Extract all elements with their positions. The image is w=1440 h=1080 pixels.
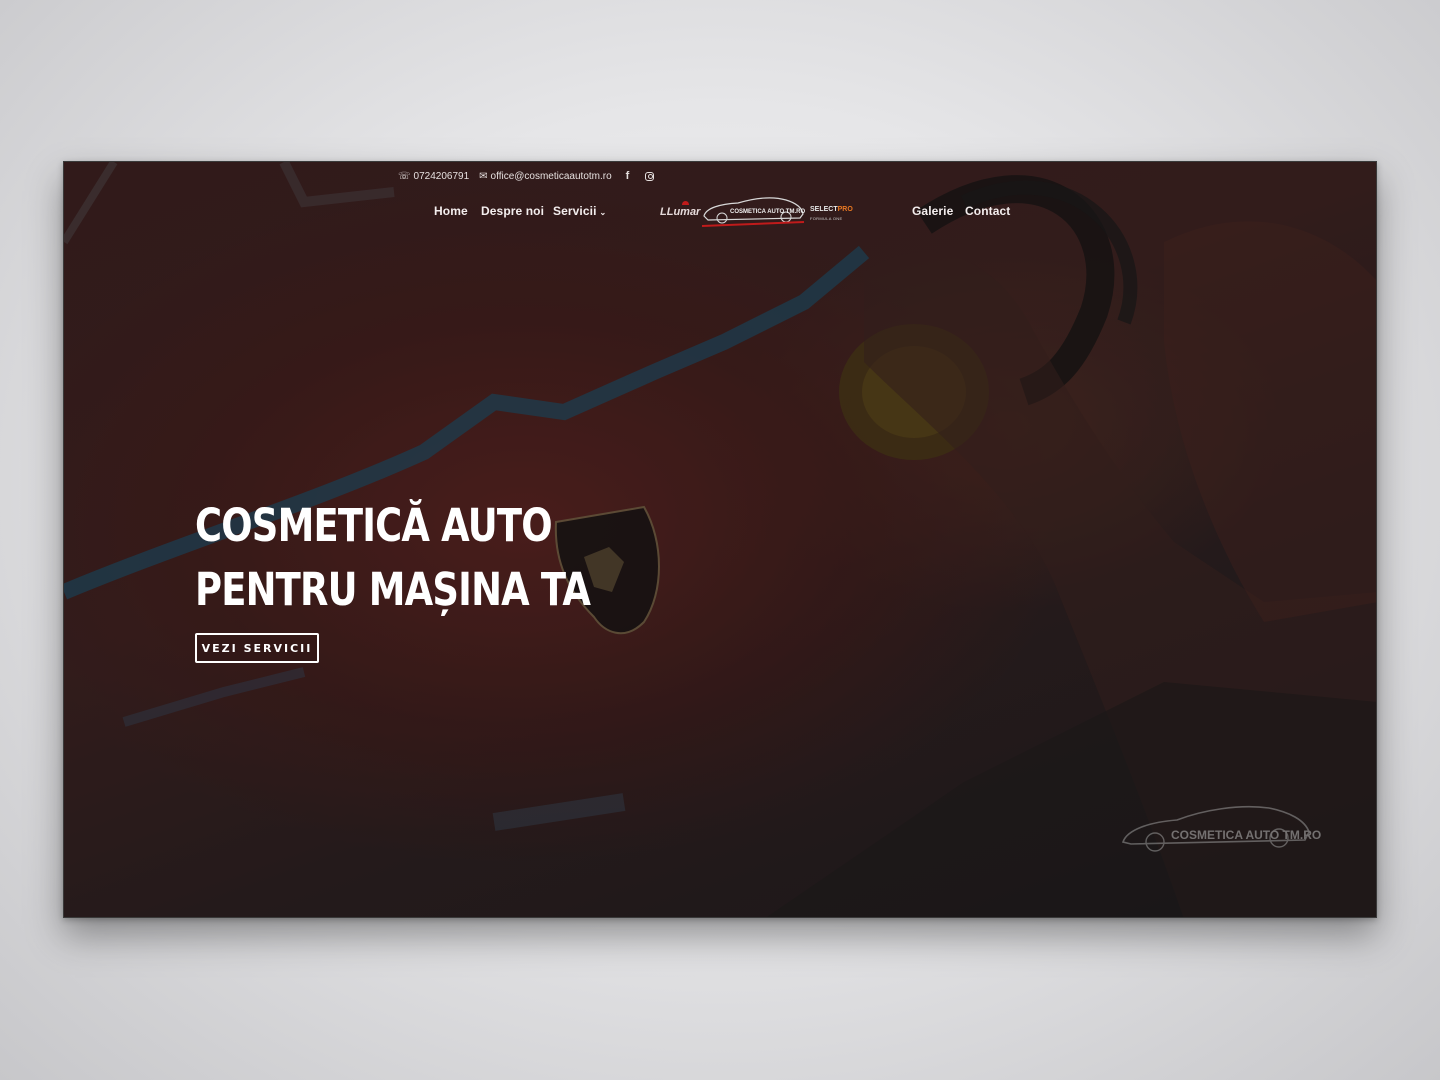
nav-item-contact[interactable]: Contact [965, 204, 1010, 218]
watermark-text: COSMETICA AUTO TM.RO [1171, 828, 1322, 842]
envelope-icon: ✉ [479, 170, 488, 182]
selectpro-logo-sub: FORMULA ONE [810, 216, 843, 221]
instagram-icon[interactable] [645, 171, 655, 181]
email-address: office@cosmeticaautotm.ro [490, 170, 612, 182]
selectpro-logo-accent: PRO [837, 206, 853, 213]
phone-link[interactable]: ☏ 0724206791 [398, 171, 469, 182]
phone-icon: ☏ [398, 170, 411, 182]
selectpro-logo: SELECTPRO FORMULA ONE [810, 206, 853, 222]
llumar-logo-text: LLumar [660, 206, 701, 218]
llumar-logo: LLumar [660, 201, 701, 218]
hero-headline-line-2: PENTRU MAȘINA TA [195, 563, 591, 616]
watermark-car-icon [1121, 805, 1310, 852]
site-logo-text: COSMETICA AUTO TM.RO [730, 209, 806, 215]
nav-item-home[interactable]: Home [434, 204, 468, 218]
selectpro-logo-text: SELECT [810, 206, 838, 213]
hero-headline-line-1: COSMETICĂ AUTO [195, 499, 553, 552]
chevron-down-icon: ⌄ [599, 208, 607, 217]
vezi-servicii-button[interactable]: VEZI SERVICII [195, 633, 319, 663]
facebook-icon[interactable]: f [626, 170, 630, 182]
header-logos: LLumar COSMETICA AUTO TM.RO SELECTPRO FO… [660, 192, 856, 232]
llumar-logo-mark [682, 201, 689, 205]
website-frame: ☏ 0724206791 ✉ office@cosmeticaautotm.ro… [63, 161, 1377, 918]
email-link[interactable]: ✉ office@cosmeticaautotm.ro [479, 171, 612, 182]
top-contact-bar: ☏ 0724206791 ✉ office@cosmeticaautotm.ro… [398, 166, 655, 186]
nav-item-galerie[interactable]: Galerie [912, 204, 953, 218]
phone-number: 0724206791 [413, 170, 470, 182]
nav-item-servicii-label: Servicii [553, 204, 597, 218]
nav-item-servicii[interactable]: Servicii ⌄ [553, 204, 606, 218]
nav-item-despre-noi[interactable]: Despre noi [481, 204, 544, 218]
hero-headline: COSMETICĂ AUTO PENTRU MAȘINA TA [195, 494, 591, 622]
watermark-logo: COSMETICA AUTO TM.RO [1119, 794, 1322, 860]
